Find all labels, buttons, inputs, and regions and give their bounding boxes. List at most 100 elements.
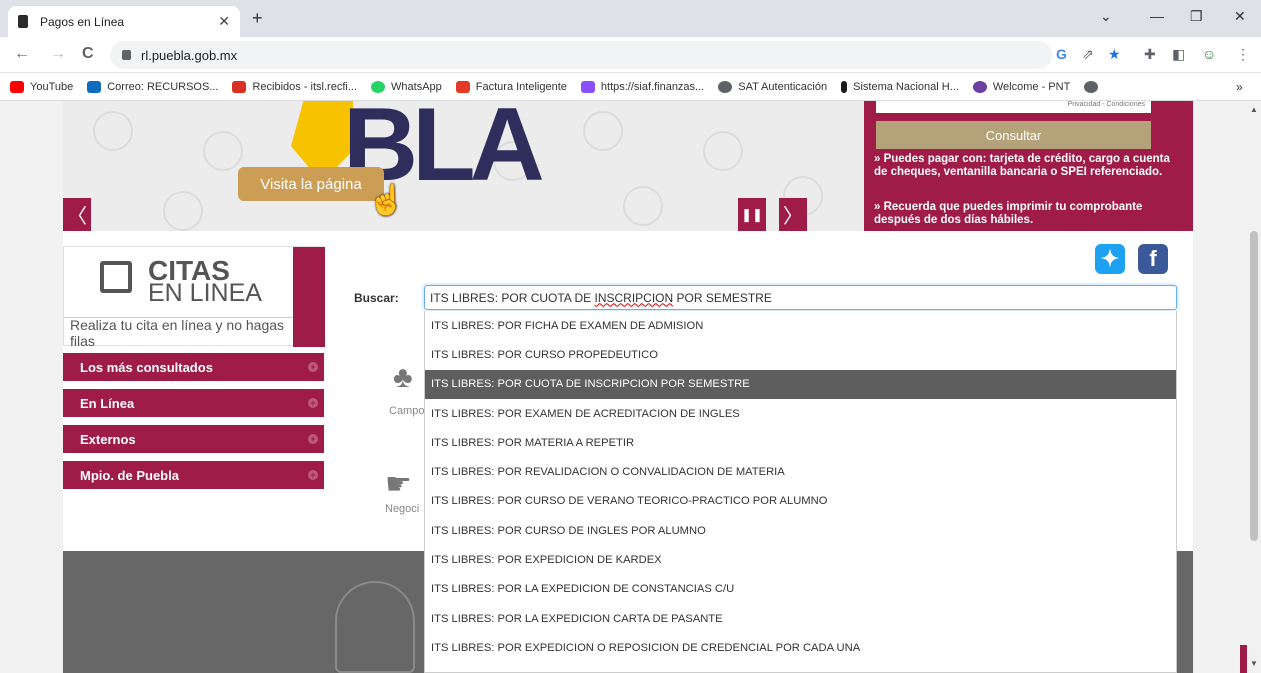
autocomplete-dropdown: ITS LIBRES: POR FICHA DE EXAMEN DE ADMIS…	[424, 311, 1177, 673]
autocomplete-item-selected[interactable]: ITS LIBRES: POR CUOTA DE INSCRIPCION POR…	[425, 369, 1176, 399]
autocomplete-item[interactable]: ITS LIBRES: POR LA EXPEDICION CARTA DE P…	[425, 604, 1176, 633]
consult-button[interactable]: Consultar	[876, 121, 1151, 149]
extensions-icon[interactable]: ✚	[1144, 46, 1156, 63]
campo-link[interactable]: Campo	[389, 405, 424, 417]
menu-icon[interactable]: ⋮	[1236, 46, 1250, 63]
side-panel-icon[interactable]: ◧	[1172, 46, 1185, 63]
scroll-up-icon[interactable]: ▲	[1250, 105, 1258, 114]
autocomplete-item[interactable]: ITS LIBRES: POR EXPEDICION DE KARDEX	[425, 545, 1176, 574]
browser-toolbar: ← → C rl.puebla.gob.mx G ⇗ ★ ✚ ◧ ☺ ⋮	[0, 37, 1261, 73]
calendar-icon	[100, 261, 132, 293]
bookmark-pnt[interactable]: Welcome - PNT	[972, 80, 1070, 93]
scroll-to-top-button[interactable]: 🡅	[1240, 645, 1247, 673]
carousel-next-button[interactable]: 〉	[779, 198, 807, 231]
coat-of-arms-icon	[335, 581, 415, 673]
bookmark-recibidos[interactable]: Recibidos - itsl.recfi...	[232, 80, 357, 93]
sistema-icon	[841, 80, 848, 93]
page-content: BLA Visita la página ☝ 〈 ❚❚ 〉 Privacidad…	[63, 101, 1247, 673]
restore-icon[interactable]: ❐	[1190, 8, 1203, 25]
expand-icon: +	[308, 362, 318, 372]
carousel-pause-button[interactable]: ❚❚	[738, 198, 766, 231]
globe-icon	[1084, 80, 1099, 93]
search-input[interactable]: ITS LIBRES: POR CUOTA DE INSCRIPCION POR…	[424, 285, 1177, 310]
bookmark-siaf[interactable]: https://siaf.finanzas...	[580, 80, 704, 93]
share-icon[interactable]: ⇗	[1082, 46, 1094, 63]
citas-stripe	[293, 247, 325, 347]
youtube-icon	[10, 80, 24, 93]
citas-subtitle: EN LINEA	[148, 279, 262, 307]
autocomplete-item[interactable]: ITS LIBRES: POR MATERIA A REPETIR	[425, 428, 1176, 457]
forward-icon[interactable]: →	[50, 45, 66, 63]
bookmark-whatsapp[interactable]: WhatsApp	[371, 80, 442, 93]
autocomplete-item[interactable]: ITS LIBRES: POR LA EXPEDICION DE CONSTAN…	[425, 575, 1176, 604]
spellcheck-word: INSCRIPCION	[594, 290, 674, 305]
scrollbar-thumb[interactable]	[1250, 231, 1258, 541]
handshake-icon: ☛	[385, 468, 412, 501]
side-menu: Los más consultados + En Línea + Externos +…	[63, 353, 324, 497]
browser-tab[interactable]: Pagos en Línea ✕	[8, 6, 240, 37]
ornament	[703, 131, 743, 171]
favicon-icon	[18, 15, 28, 28]
negocio-link[interactable]: Negoci	[385, 503, 419, 515]
bookmark-sistema[interactable]: Sistema Nacional H...	[841, 80, 959, 93]
autocomplete-item[interactable]: ITS LIBRES: POR CURSO DE VERANO TEORICO-…	[425, 487, 1176, 516]
siaf-icon	[580, 80, 595, 93]
menu-item-mpio-puebla[interactable]: Mpio. de Puebla +	[63, 461, 324, 489]
tab-close-icon[interactable]: ✕	[218, 13, 230, 30]
recaptcha-footer[interactable]: Privacidad - Condiciones	[876, 101, 1151, 113]
profile-icon[interactable]: ☺	[1202, 46, 1216, 62]
back-icon[interactable]: ←	[14, 45, 30, 63]
browser-tab-bar: Pagos en Línea ✕ + ⌄ — ❐ ✕	[0, 0, 1261, 37]
bookmark-globe[interactable]	[1084, 80, 1104, 93]
bookmark-factura[interactable]: Factura Inteligente	[455, 80, 567, 93]
autocomplete-item[interactable]: ITS LIBRES: POR FICHA DE EXAMEN DE ADMIS…	[425, 311, 1176, 340]
bookmark-correo[interactable]: Correo: RECURSOS...	[87, 80, 218, 93]
citas-en-linea-banner[interactable]: CITAS EN LINEA Realiza tu cita en línea …	[63, 246, 325, 349]
factura-icon	[455, 80, 470, 93]
twitter-icon[interactable]: ✦	[1095, 244, 1125, 274]
scroll-down-icon[interactable]: ▼	[1250, 659, 1258, 668]
menu-item-mas-consultados[interactable]: Los más consultados +	[63, 353, 324, 381]
ornament	[203, 131, 243, 171]
menu-item-en-linea[interactable]: En Línea +	[63, 389, 324, 417]
bookmark-youtube[interactable]: YouTube	[10, 80, 73, 93]
reload-icon[interactable]: C	[82, 45, 94, 63]
ornament	[163, 191, 203, 231]
ornament	[583, 111, 623, 151]
tab-search-icon[interactable]: ⌄	[1100, 8, 1112, 25]
minimize-icon[interactable]: —	[1150, 8, 1164, 24]
pnt-icon	[972, 80, 987, 93]
search-label: Buscar:	[354, 291, 399, 305]
google-icon[interactable]: G	[1056, 46, 1067, 62]
outlook-icon	[87, 80, 102, 93]
new-tab-button[interactable]: +	[252, 8, 263, 29]
globe-icon	[718, 80, 733, 93]
autocomplete-item[interactable]: ITS LIBRES: POR EXPEDICION O REPOSICION …	[425, 633, 1176, 662]
autocomplete-item[interactable]: ITS LIBRES: POR EXAMEN DE ACREDITACION D…	[425, 399, 1176, 428]
facebook-icon[interactable]: f	[1138, 244, 1168, 274]
citas-description: Realiza tu cita en línea y no hagas fila…	[64, 317, 293, 349]
bookmark-star-icon[interactable]: ★	[1108, 46, 1121, 63]
receipt-info: » Recuerda que puedes imprimir tu compro…	[874, 201, 1143, 226]
autocomplete-item[interactable]: ITS LIBRES: POR CURSO DE INGLES POR ALUM…	[425, 516, 1176, 545]
bookmark-sat[interactable]: SAT Autenticación	[718, 80, 827, 93]
payment-panel: Privacidad - Condiciones Consultar » Pue…	[864, 101, 1193, 231]
page-viewport: BLA Visita la página ☝ 〈 ❚❚ 〉 Privacidad…	[0, 101, 1247, 673]
menu-item-externos[interactable]: Externos +	[63, 425, 324, 453]
ornament	[93, 111, 133, 151]
page-scrollbar[interactable]: ▲ ▼	[1247, 101, 1261, 673]
bookmarks-bar: YouTube Correo: RECURSOS... Recibidos - …	[0, 73, 1261, 101]
expand-icon: +	[308, 398, 318, 408]
address-bar[interactable]: rl.puebla.gob.mx	[110, 41, 1052, 69]
ornament	[623, 186, 663, 226]
visit-page-button[interactable]: Visita la página	[238, 167, 384, 201]
autocomplete-item[interactable]: ITS LIBRES: POR REVALIDACION O CONVALIDA…	[425, 457, 1176, 486]
hand-pointer-icon: ☝	[368, 184, 406, 217]
carousel-prev-button[interactable]: 〈	[63, 198, 91, 231]
expand-icon: +	[308, 470, 318, 480]
bookmarks-more-icon[interactable]: »	[1236, 80, 1243, 94]
lock-icon[interactable]	[122, 50, 131, 60]
close-window-icon[interactable]: ✕	[1234, 8, 1246, 25]
autocomplete-item[interactable]: ITS LIBRES: POR CURSO PROPEDEUTICO	[425, 340, 1176, 369]
url-text: rl.puebla.gob.mx	[141, 47, 238, 63]
